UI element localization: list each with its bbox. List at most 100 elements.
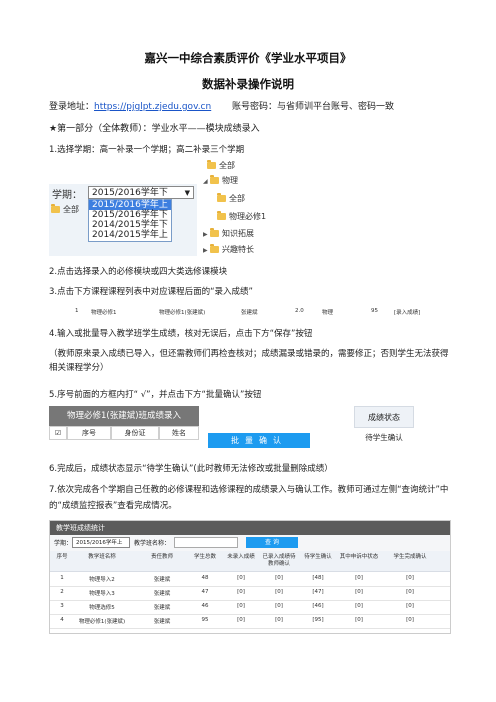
stats-column-header: 学生完成确认 <box>393 554 427 560</box>
stats-column-header: 其中申诉中状态 <box>339 554 379 560</box>
stats-count-link[interactable]: [0] <box>382 603 438 609</box>
header-id: 身份证 <box>111 426 159 440</box>
stats-count-link[interactable]: [0] <box>338 575 380 581</box>
status-value: 待学生确认 <box>365 433 403 442</box>
tree-label: 物理 <box>222 176 238 185</box>
stats-count-link[interactable]: [0] <box>224 589 258 595</box>
tree-label: 全部 <box>219 161 235 170</box>
stats-class-label: 教学班名称： <box>134 540 171 547</box>
folder-icon <box>207 160 216 169</box>
tree-item-interest[interactable]: ▶ 兴趣特长 <box>203 244 254 256</box>
stats-cell: 1 <box>60 575 64 581</box>
status-panel: 成绩状态 待学生确认 <box>354 406 414 448</box>
stats-count-link[interactable]: [0] <box>382 617 438 623</box>
stats-count-link[interactable]: [0] <box>260 617 298 623</box>
course-cell: 1 <box>75 308 79 314</box>
account-text: 账号密码：与省师训平台账号、密码一致 <box>232 102 395 112</box>
collapsed-icon: ▶ <box>203 231 208 238</box>
login-line: 登录地址：https://pjglpt.zjedu.gov.cn <box>49 101 211 113</box>
stats-count-link[interactable]: [0] <box>224 575 258 581</box>
step4-text: 4.输入或批量导入教学班学生成绩，核对无误后，点击下方“保存”按钮 <box>49 329 313 339</box>
semester-option[interactable]: 2014/2015学年下 <box>89 220 171 230</box>
semester-selected-value: 2015/2016学年下 <box>92 188 168 198</box>
tree-item-physics-all[interactable]: 全部 <box>217 193 245 205</box>
stats-cell: 4 <box>60 617 64 623</box>
stats-count-link[interactable]: [46] <box>300 603 336 609</box>
semester-select[interactable]: 2015/2016学年下 ▼ <box>88 186 194 199</box>
stats-screenshot: 教学班成绩统计 学期： 2015/2016学年上 教学班名称： 查 询 序号 教学… <box>49 520 451 634</box>
chevron-down-icon: ▼ <box>184 189 190 197</box>
stats-count-link[interactable]: [47] <box>300 589 336 595</box>
tree-label: 全部 <box>229 194 245 203</box>
semester-option[interactable]: 2015/2016学年下 <box>89 210 171 220</box>
stats-toolbar: 学期： 2015/2016学年上 教学班名称： 查 询 <box>50 535 450 552</box>
enter-score-link[interactable]: [录入成绩] <box>394 308 420 316</box>
row-divider <box>50 628 450 629</box>
stats-count-link[interactable]: [0] <box>260 603 298 609</box>
document-subtitle: 数据补录操作说明 <box>202 77 294 91</box>
stats-cell: 46 <box>201 603 209 609</box>
course-cell: 物理必修1(张建斌) <box>159 310 206 316</box>
semester-widget: 学期： 2015/2016学年下 ▼ 2015/2016学年上 2015/201… <box>49 156 197 256</box>
stats-count-link[interactable]: [0] <box>382 575 438 581</box>
course-cell: 物理 <box>322 310 334 316</box>
stats-column-header: 待学生确认 <box>304 554 332 560</box>
folder-icon <box>210 228 219 237</box>
stats-column-header: 教学班名称 <box>88 554 116 560</box>
row-divider <box>50 600 450 601</box>
document-title: 嘉兴一中综合素质评价《学业水平项目》 <box>144 51 352 65</box>
stats-cell: 物理导入3 <box>89 591 115 597</box>
tree-item-physics[interactable]: ◢ 物理 <box>203 175 238 187</box>
stats-cell: 物理必修1(张建斌) <box>78 619 126 625</box>
tree-label: 知识拓展 <box>222 229 254 238</box>
step5-text: 5.序号前面的方框内打“ √”，并点击下方“批量确认”按钮 <box>49 390 262 400</box>
stats-cell: 张建斌 <box>153 591 171 597</box>
stats-count-link[interactable]: [0] <box>224 617 258 623</box>
semester-options: 2015/2016学年上 2015/2016学年下 2014/2015学年下 2… <box>88 199 172 242</box>
stats-semester-value: 2015/2016学年上 <box>76 540 123 546</box>
address-link[interactable]: https://pjglpt.zjedu.gov.cn <box>94 102 211 112</box>
stats-column-header: 责任教师 <box>150 554 173 560</box>
stats-count-link[interactable]: [0] <box>260 589 298 595</box>
stats-count-link[interactable]: [0] <box>338 603 380 609</box>
tree-item-knowledge[interactable]: ▶ 知识拓展 <box>203 228 254 240</box>
tree-label: 兴趣特长 <box>222 245 254 254</box>
stats-cell: 3 <box>60 603 64 609</box>
stats-count-link[interactable]: [0] <box>338 589 380 595</box>
stats-semester-select[interactable]: 2015/2016学年上 <box>72 537 130 548</box>
header-name: 姓名 <box>159 426 199 440</box>
tab-all-partial[interactable]: 全部 <box>51 204 79 215</box>
tab-all-label: 全部 <box>63 205 79 214</box>
stats-column-header: 已录入成绩待教师确认 <box>262 554 296 567</box>
select-all-checkbox[interactable]: ☑ <box>49 426 67 440</box>
folder-icon <box>51 204 60 213</box>
semester-option[interactable]: 2015/2016学年上 <box>89 200 171 210</box>
stats-count-link[interactable]: [95] <box>300 617 336 623</box>
folder-icon <box>217 193 226 202</box>
stats-count-link[interactable]: [0] <box>382 589 438 595</box>
folder-icon <box>210 175 219 184</box>
semester-label: 学期： <box>52 190 82 201</box>
step2-text: 2.点击选择录入的必修模块或四大类选修课模块 <box>49 267 228 277</box>
stats-semester-label: 学期： <box>54 540 73 547</box>
tree-item-physics-1[interactable]: 物理必修1 <box>217 211 266 223</box>
address-label: 登录地址： <box>49 102 95 112</box>
score-entry-panel: 物理必修1(张建斌)班成绩录入 ☑ 序号 身份证 姓名 <box>49 406 199 446</box>
step4-note: （教师原来录入成绩已导入，但还需教师们再检查核对；成绩漏录或错录的，需要修正；否… <box>49 349 449 373</box>
tree-item-all[interactable]: 全部 <box>207 160 235 172</box>
semester-option[interactable]: 2014/2015学年上 <box>89 230 171 240</box>
tree-label: 物理必修1 <box>229 212 267 221</box>
batch-confirm-button[interactable]: 批量确认 <box>208 433 310 448</box>
row-divider <box>50 614 450 615</box>
stats-count-link[interactable]: [0] <box>260 575 298 581</box>
course-row: 1 物理必修1 物理必修1(张建斌) 张建斌 2.0 物理 95 [录入成绩] <box>49 306 449 320</box>
course-cell: 张建斌 <box>241 310 258 316</box>
query-button[interactable]: 查 询 <box>246 537 298 548</box>
part1-heading: ★第一部分（全体教师）：学业水平——模块成绩录入 <box>49 124 260 134</box>
folder-icon <box>217 211 226 220</box>
stats-cell: 张建斌 <box>153 619 171 625</box>
stats-count-link[interactable]: [0] <box>224 603 258 609</box>
stats-count-link[interactable]: [48] <box>300 575 336 581</box>
stats-class-input[interactable] <box>174 537 238 548</box>
stats-count-link[interactable]: [0] <box>338 617 380 623</box>
